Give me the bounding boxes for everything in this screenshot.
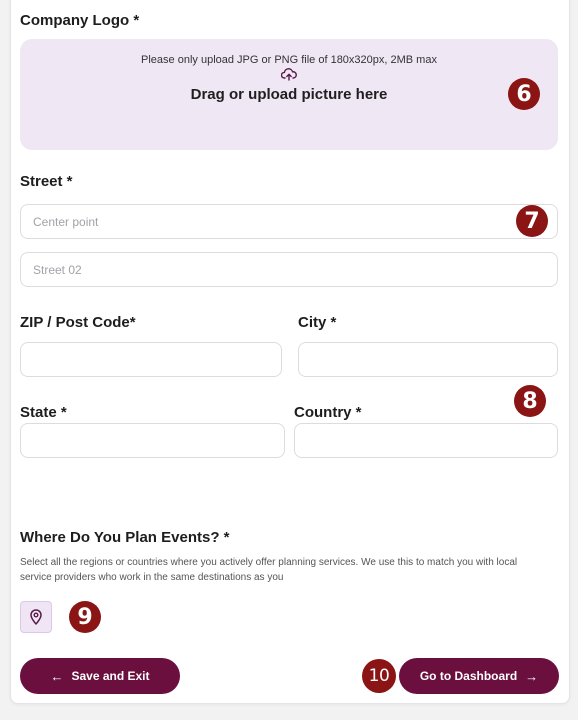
logo-upload-dropzone[interactable]: Please only upload JPG or PNG file of 18… — [20, 39, 558, 150]
marker-10: 10 — [362, 659, 396, 693]
upload-cta: Drag or upload picture here — [190, 86, 388, 103]
events-description: Select all the regions or countries wher… — [20, 557, 518, 583]
upload-hint: Please only upload JPG or PNG file of 18… — [141, 54, 437, 66]
events-label: Where Do You Plan Events? * — [20, 529, 230, 546]
marker-9: 9 — [69, 601, 101, 633]
state-label: State * — [20, 404, 67, 421]
save-and-exit-label: Save and Exit — [71, 669, 150, 683]
go-to-dashboard-label: Go to Dashboard — [419, 669, 518, 683]
map-pin-icon — [30, 609, 42, 625]
company-logo-label: Company Logo * — [20, 12, 140, 29]
arrow-right-icon: → — [525, 668, 539, 684]
marker-6: 6 — [508, 78, 540, 110]
add-region-button[interactable] — [20, 601, 52, 633]
city-input[interactable] — [298, 342, 558, 377]
zip-label: ZIP / Post Code* — [20, 314, 136, 331]
marker-7: 7 — [516, 205, 548, 237]
upload-cloud-icon — [281, 68, 297, 81]
city-label: City * — [298, 314, 337, 331]
state-input[interactable] — [20, 423, 285, 458]
zip-input[interactable] — [20, 342, 282, 377]
country-label: Country * — [294, 404, 362, 421]
street-line2-input[interactable] — [20, 252, 558, 287]
marker-8: 8 — [514, 385, 546, 417]
country-input[interactable] — [294, 423, 558, 458]
street-line1-input[interactable] — [20, 204, 558, 239]
arrow-left-icon: ← — [50, 668, 64, 684]
go-to-dashboard-button[interactable]: Go to Dashboard → — [399, 658, 559, 694]
street-label: Street * — [20, 173, 73, 190]
save-and-exit-button[interactable]: ← Save and Exit — [20, 658, 180, 694]
